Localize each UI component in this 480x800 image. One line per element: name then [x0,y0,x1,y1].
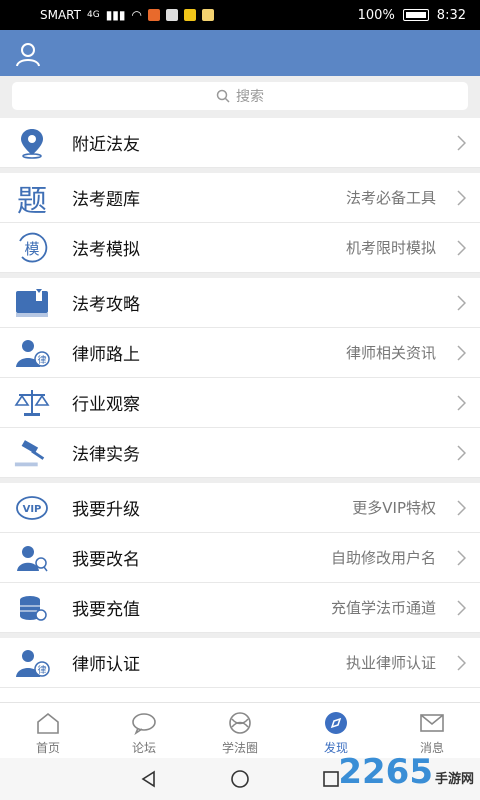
list-item[interactable]: 我要充值 充值学法币通道 [0,583,480,633]
list-item-label: 我要升级 [72,500,140,520]
search-input[interactable]: 搜索 [12,82,468,110]
list-item-label: 我要改名 [72,550,140,570]
app-header [0,30,480,76]
user-profile-icon[interactable] [14,40,42,68]
carrier-label: SMART [40,8,81,22]
tab-home[interactable]: 首页 [0,703,96,758]
list-item-label: 法考攻略 [72,295,140,315]
watermark-logo: 2265 手游网 [338,752,474,792]
chevron-right-icon [457,135,466,151]
list-item-label: 附近法友 [72,135,140,155]
mo-character-icon: 模 [13,231,51,265]
chevron-right-icon [457,190,466,206]
chevron-right-icon [457,500,466,516]
vip-icon: VIP [13,491,51,525]
gavel-icon [13,436,51,470]
clock: 8:32 [436,7,466,23]
lawyer-icon: 律 [13,336,51,370]
svg-text:律: 律 [37,354,46,366]
list-item[interactable]: 行业观察 [0,378,480,428]
list-item-label: 法考模拟 [72,240,140,260]
list-item-subtitle: 自助修改用户名 [330,549,436,567]
list-item-subtitle: 律师相关资讯 [345,344,436,362]
tab-chat-bubble[interactable]: 论坛 [96,703,192,758]
mail-notify-icon [165,9,178,21]
list-item[interactable]: 律 律师认证 执业律师认证 [0,638,480,688]
tab-label: 学法圈 [221,741,258,755]
back-icon[interactable] [140,770,158,788]
svg-text:律: 律 [37,664,46,676]
tab-label: 论坛 [131,741,156,755]
list-item[interactable]: 题 法考题库 法考必备工具 [0,173,480,223]
tab-compass[interactable]: 发现 [288,703,384,758]
book-icon [13,286,51,320]
list-item-label: 律师路上 [72,345,140,365]
discover-list: 附近法友题 法考题库 法考必备工具模 法考模拟 机考限时模拟法考攻略律 律师路上 律师相关资… [0,118,480,688]
list-item[interactable]: 法律实务 [0,428,480,478]
list-item-label: 法考题库 [72,190,140,210]
location-pin-icon [13,126,51,160]
list-item-subtitle: 执业律师认证 [345,654,436,672]
list-item-label: 我要充值 [72,600,140,620]
chat-bubble-icon [131,711,157,739]
chevron-right-icon [457,445,466,461]
tab-circle-network[interactable]: 学法圈 [192,703,288,758]
list-item[interactable]: 我要改名 自助修改用户名 [0,533,480,583]
recents-icon[interactable] [322,770,340,788]
app-notify-icon [183,9,196,21]
chevron-right-icon [457,345,466,361]
list-item[interactable]: 法考攻略 [0,278,480,328]
list-item-label: 行业观察 [72,395,140,415]
circle-network-icon [227,711,253,739]
status-bar: SMART 4G ▮▮▮ ◠ 100% 8:32 [0,0,480,30]
bottom-tab-bar: 首页 论坛 学法圈 发现 消息 [0,702,480,758]
search-placeholder: 搜索 [236,89,264,105]
compass-icon [323,711,349,739]
chevron-right-icon [457,550,466,566]
signal-icon: ▮▮▮ [105,8,126,22]
home-icon [35,711,61,739]
svg-text:模: 模 [24,240,39,258]
tab-mail[interactable]: 消息 [384,703,480,758]
list-item-subtitle: 法考必备工具 [345,189,436,207]
mail-icon [419,711,445,739]
chevron-right-icon [457,395,466,411]
scales-icon [13,386,51,420]
battery-percent: 100% [357,7,395,23]
ti-character-icon: 题 [17,184,47,219]
list-item[interactable]: 律 律师路上 律师相关资讯 [0,328,480,378]
chevron-right-icon [457,240,466,256]
home-nav-icon[interactable] [230,769,250,789]
chevron-right-icon [457,295,466,311]
list-item-label: 律师认证 [72,655,140,675]
notification-icon [147,9,160,21]
star-notify-icon [201,9,214,21]
chevron-right-icon [457,655,466,671]
tab-label: 首页 [35,741,60,755]
coin-stack-icon [13,591,51,625]
search-icon [216,89,230,103]
chevron-right-icon [457,600,466,616]
battery-icon [402,9,429,21]
list-item-subtitle: 充值学法币通道 [330,599,436,617]
search-bar: 搜索 [0,76,480,118]
list-item-label: 法律实务 [72,445,140,465]
list-item[interactable]: 模 法考模拟 机考限时模拟 [0,223,480,273]
wifi-icon: ◠ [131,8,142,22]
list-item-subtitle: 机考限时模拟 [345,239,436,257]
list-item[interactable]: VIP 我要升级 更多VIP特权 [0,483,480,533]
list-item[interactable]: 附近法友 [0,118,480,168]
rename-user-icon [13,541,51,575]
list-item-subtitle: 更多VIP特权 [352,499,436,517]
lawyer-certify-icon: 律 [13,646,51,680]
network-type: 4G [86,10,100,20]
svg-text:VIP: VIP [23,504,42,515]
